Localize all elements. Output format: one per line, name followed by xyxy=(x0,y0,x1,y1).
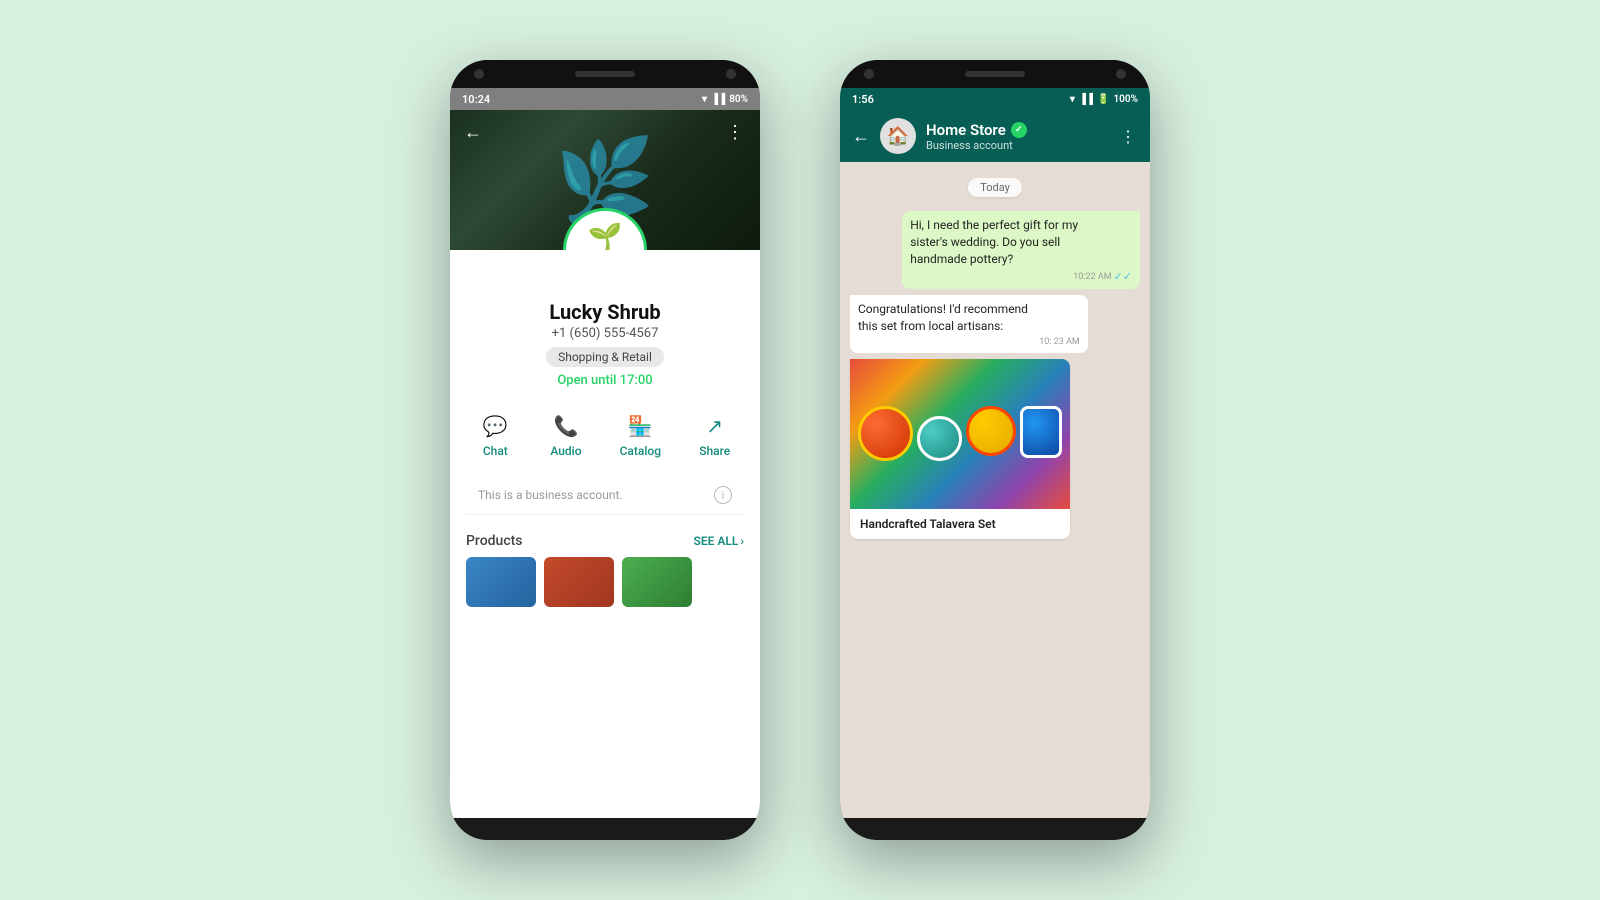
business-hours: Open until 17:00 xyxy=(470,373,740,388)
message-sent: Hi, I need the perfect gift for my siste… xyxy=(902,211,1140,289)
chat-label: Chat xyxy=(483,444,508,458)
phone2-bottom xyxy=(840,818,1150,840)
products-header: Products SEE ALL › xyxy=(466,533,744,549)
status-bar-phone2: 1:56 ▾ ▐▐ 🔋 100% xyxy=(840,88,1150,110)
verified-badge: ✓ xyxy=(1011,122,1027,138)
phone-chat: 1:56 ▾ ▐▐ 🔋 100% ← 🏠 Home Store ✓ Busine… xyxy=(840,60,1150,840)
chat-header-sub: Business account xyxy=(926,139,1110,152)
message-received: Congratulations! I'd recommend this set … xyxy=(850,295,1088,353)
action-buttons: 💬 Chat 📞 Audio 🏪 Catalog ↗ Share xyxy=(450,398,760,468)
wifi-icon-2: ▾ xyxy=(1070,94,1075,105)
signal-icon: ▐▐ xyxy=(711,94,725,105)
date-divider: Today xyxy=(850,176,1140,197)
profile-hero-image: 🌿 ← ⋮ 🌱 LUCKY SHRUB xyxy=(450,110,760,250)
catalog-icon: 🏪 xyxy=(623,412,657,440)
plate-4 xyxy=(1020,406,1062,458)
plate-3 xyxy=(966,406,1016,456)
business-notice: This is a business account. i xyxy=(466,476,744,515)
more-options-button[interactable]: ⋮ xyxy=(726,122,746,143)
message-time-received: 10: 23 AM xyxy=(1039,336,1080,349)
chat-more-button[interactable]: ⋮ xyxy=(1120,127,1138,146)
phone2-top-hardware xyxy=(840,60,1150,88)
plate-1 xyxy=(858,406,913,461)
product-thumb-2[interactable] xyxy=(544,557,614,607)
products-row xyxy=(466,557,744,607)
status-bar-phone1: 10:24 ▾ ▐▐ 80% xyxy=(450,88,760,110)
share-icon: ↗ xyxy=(698,412,732,440)
product-card-info: Handcrafted Talavera Set xyxy=(850,509,1070,539)
back-button[interactable]: ← xyxy=(464,122,482,143)
chat-header-info: Home Store ✓ Business account xyxy=(926,121,1110,152)
status-icons: ▾ ▐▐ 80% xyxy=(702,94,748,105)
battery-label: 80% xyxy=(729,94,748,105)
business-phone: +1 (650) 555-4567 xyxy=(470,326,740,341)
phone-top-hardware xyxy=(450,60,760,88)
chat-header: ← 🏠 Home Store ✓ Business account ⋮ xyxy=(840,110,1150,162)
products-title: Products xyxy=(466,533,523,549)
status-time: 10:24 xyxy=(462,93,490,106)
phone-business-profile: 10:24 ▾ ▐▐ 80% 🌿 ← ⋮ 🌱 LUCKY xyxy=(450,60,760,840)
info-icon[interactable]: i xyxy=(714,486,732,504)
battery-label-2: 100% xyxy=(1113,94,1138,105)
catalog-label: Catalog xyxy=(620,444,661,458)
plant-icon: 🌱 xyxy=(588,221,623,250)
sensor xyxy=(726,69,736,79)
message-time-sent: 10:22 AM ✓✓ xyxy=(1073,269,1132,284)
see-all-button[interactable]: SEE ALL › xyxy=(694,534,744,548)
business-name: Lucky Shrub xyxy=(470,300,740,324)
signal-icon-2: ▐▐ xyxy=(1079,94,1093,105)
profile-nav: ← ⋮ xyxy=(450,110,760,154)
speaker xyxy=(575,71,635,77)
product-card-image xyxy=(850,359,1070,509)
phone1-bottom xyxy=(450,818,760,840)
share-label: Share xyxy=(699,444,730,458)
status-icons-2: ▾ ▐▐ 🔋 100% xyxy=(1070,94,1138,105)
profile-info: Lucky Shrub +1 (650) 555-4567 Shopping &… xyxy=(450,300,760,398)
plate-2 xyxy=(917,416,962,461)
business-category: Shopping & Retail xyxy=(546,347,664,367)
audio-button[interactable]: 📞 Audio xyxy=(549,412,583,458)
phone2-screen: 1:56 ▾ ▐▐ 🔋 100% ← 🏠 Home Store ✓ Busine… xyxy=(840,88,1150,818)
message-text-sent: Hi, I need the perfect gift for my siste… xyxy=(910,217,1132,267)
avatar-inner: 🌱 LUCKY SHRUB xyxy=(567,212,643,250)
phone1-screen: 10:24 ▾ ▐▐ 80% 🌿 ← ⋮ 🌱 LUCKY xyxy=(450,88,760,818)
products-section: Products SEE ALL › xyxy=(450,523,760,613)
product-thumb-3[interactable] xyxy=(622,557,692,607)
catalog-button[interactable]: 🏪 Catalog xyxy=(620,412,661,458)
home-store-avatar: 🏠 xyxy=(880,118,916,154)
share-button[interactable]: ↗ Share xyxy=(698,412,732,458)
sensor-2 xyxy=(1116,69,1126,79)
message-ticks: ✓✓ xyxy=(1114,269,1132,284)
audio-icon: 📞 xyxy=(549,412,583,440)
chat-business-name: Home Store ✓ xyxy=(926,121,1110,139)
chat-back-button[interactable]: ← xyxy=(852,126,870,147)
front-camera xyxy=(474,69,484,79)
message-text-received: Congratulations! I'd recommend this set … xyxy=(858,301,1080,335)
date-chip: Today xyxy=(968,178,1022,197)
notice-text: This is a business account. xyxy=(478,488,623,502)
product-card-title: Handcrafted Talavera Set xyxy=(860,517,1060,531)
product-card[interactable]: Handcrafted Talavera Set xyxy=(850,359,1070,539)
chat-button[interactable]: 💬 Chat xyxy=(478,412,512,458)
audio-label: Audio xyxy=(550,444,581,458)
wifi-icon: ▾ xyxy=(702,94,707,105)
status-time-2: 1:56 xyxy=(852,93,874,106)
speaker-2 xyxy=(965,71,1025,77)
chat-messages: Today Hi, I need the perfect gift for my… xyxy=(840,162,1150,818)
front-camera-2 xyxy=(864,69,874,79)
chat-icon: 💬 xyxy=(478,412,512,440)
product-thumb-1[interactable] xyxy=(466,557,536,607)
business-logo: 🌱 LUCKY SHRUB xyxy=(588,221,623,250)
battery-icon-2: 🔋 xyxy=(1097,94,1109,105)
pottery-decoration xyxy=(850,398,1070,469)
